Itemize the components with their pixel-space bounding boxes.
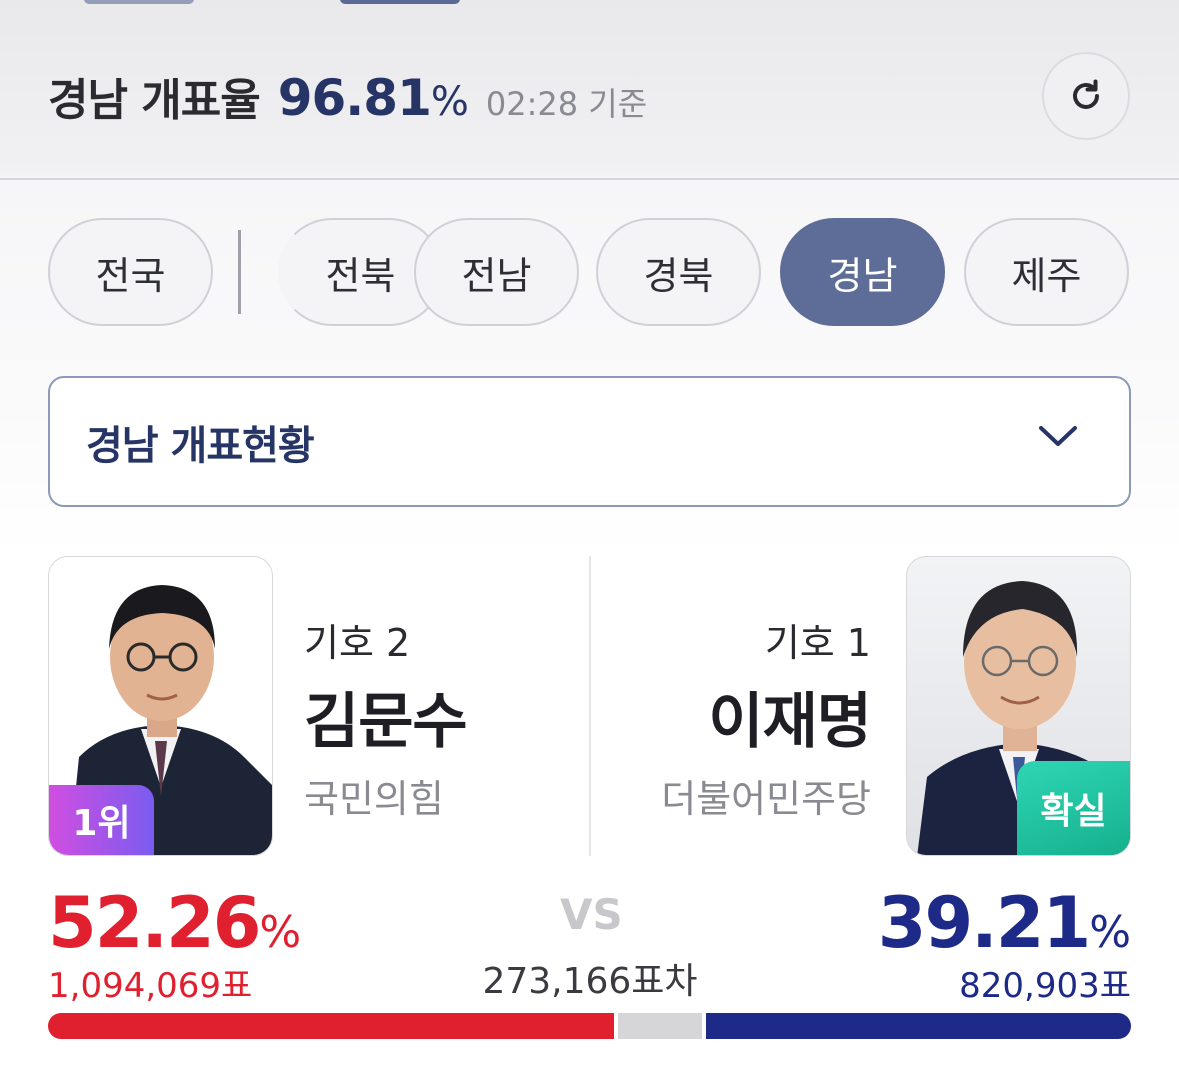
region-status-dropdown[interactable]: 경남 개표현황 bbox=[48, 376, 1131, 507]
vote-difference: 273,166표차 bbox=[482, 961, 698, 1002]
candidate-divider bbox=[589, 556, 591, 856]
candidate-info-right: 기호 1 이재명 더불어민주당 bbox=[661, 612, 872, 823]
tab-jeonnam[interactable]: 전남 bbox=[414, 218, 579, 326]
vs-label: VS bbox=[560, 890, 623, 939]
top-scroll-remnant bbox=[84, 0, 194, 4]
top-scroll-remnant bbox=[340, 0, 460, 4]
refresh-button[interactable] bbox=[1042, 52, 1130, 140]
header-divider bbox=[0, 178, 1179, 180]
candidate-name: 김문수 bbox=[304, 687, 468, 757]
page-title: 경남 개표율 bbox=[48, 75, 261, 126]
vote-percent-unit: % bbox=[1089, 907, 1131, 958]
vote-percent-value: 39.21 bbox=[877, 882, 1091, 964]
vote-percent: 39.21% bbox=[878, 882, 1131, 964]
tab-national[interactable]: 전국 bbox=[48, 218, 213, 326]
counting-rate-value: 96.81 bbox=[277, 69, 432, 127]
candidate-party: 더불어민주당 bbox=[661, 777, 871, 821]
candidate-party: 국민의힘 bbox=[304, 777, 444, 821]
tab-separator bbox=[238, 230, 241, 314]
candidate-number: 기호 2 bbox=[304, 621, 411, 665]
certain-badge: 확실 bbox=[1017, 761, 1130, 855]
candidate-photo-right: 확실 bbox=[906, 556, 1131, 856]
vote-count: 1,094,069표 bbox=[48, 966, 253, 1006]
vote-share-left bbox=[48, 1013, 614, 1039]
vote-percent-value: 52.26 bbox=[48, 882, 261, 964]
candidate-name: 이재명 bbox=[708, 687, 872, 757]
dropdown-label: 경남 개표현황 bbox=[86, 422, 315, 469]
tab-jeju[interactable]: 제주 bbox=[964, 218, 1129, 326]
region-tabs: 전국 전북 전남 경북 경남 제주 bbox=[48, 218, 1131, 328]
vote-percent: 52.26% bbox=[48, 882, 301, 964]
tab-gyeongnam[interactable]: 경남 bbox=[780, 218, 945, 326]
update-time: 02:28 기준 bbox=[485, 85, 648, 123]
vote-share-bar bbox=[48, 1013, 1131, 1039]
vote-percent-unit: % bbox=[259, 907, 302, 958]
turnout-header: 경남 개표율 96.81% 02:28 기준 bbox=[48, 64, 647, 134]
counting-rate-unit: % bbox=[430, 79, 469, 125]
result-right: 39.21% 820,903표 bbox=[878, 882, 1131, 1007]
candidate-info-left: 기호 2 김문수 국민의힘 bbox=[304, 612, 468, 823]
vote-share-other bbox=[618, 1013, 702, 1039]
refresh-icon bbox=[1073, 79, 1099, 109]
result-left: 52.26% 1,094,069표 bbox=[48, 882, 301, 1007]
candidate-photo-left: 1위 bbox=[48, 556, 273, 856]
tab-gyeongbuk[interactable]: 경북 bbox=[596, 218, 761, 326]
chevron-down-icon bbox=[1039, 426, 1077, 446]
counting-rate: 96.81% bbox=[277, 69, 469, 127]
rank-badge: 1위 bbox=[49, 785, 154, 855]
vote-count: 820,903표 bbox=[959, 966, 1131, 1006]
vote-share-right bbox=[706, 1013, 1131, 1039]
candidate-number: 기호 1 bbox=[764, 621, 871, 665]
